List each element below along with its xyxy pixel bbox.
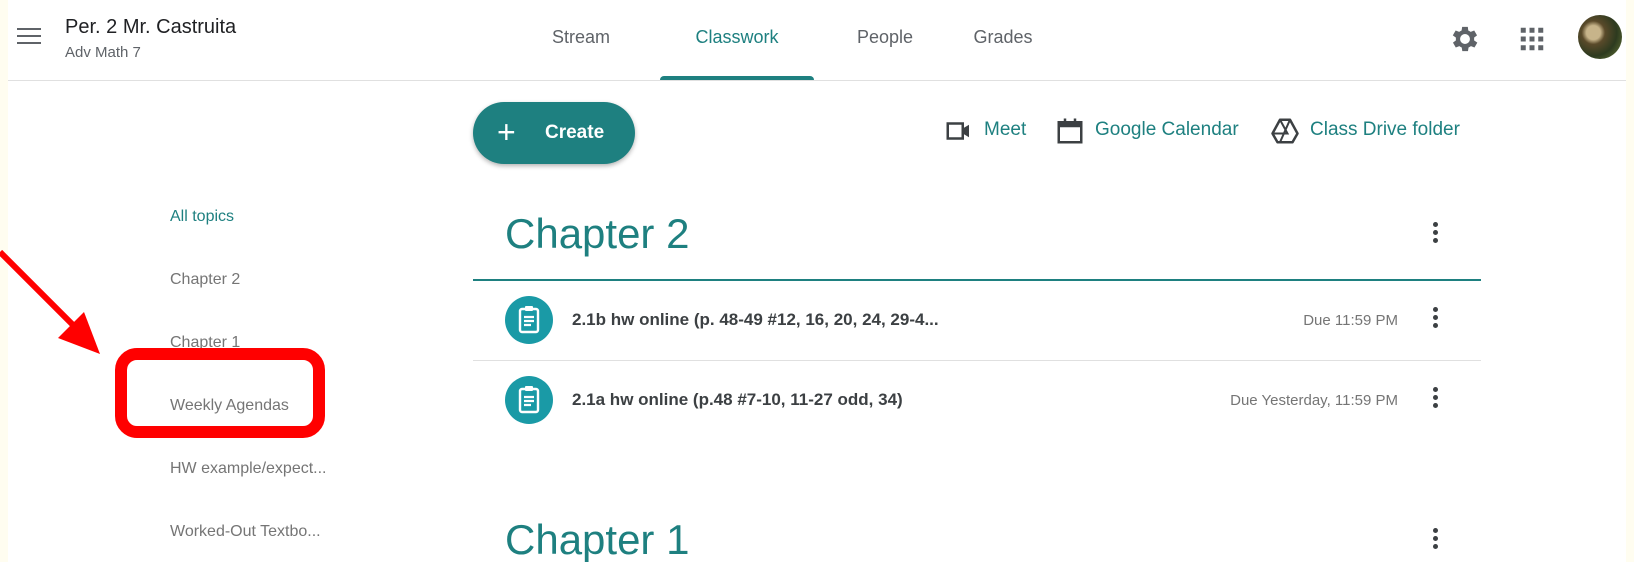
more-vert-icon[interactable]: [1433, 387, 1439, 411]
row-divider: [473, 360, 1481, 361]
more-vert-icon[interactable]: [1433, 222, 1439, 246]
topic-worked-out-textbook[interactable]: Worked-Out Textbo...: [170, 523, 321, 541]
topic-all-topics[interactable]: All topics: [170, 208, 234, 226]
assignment-due: Due Yesterday, 11:59 PM: [1230, 392, 1398, 409]
drive-icon: [1271, 118, 1299, 144]
highlight-box: [115, 348, 325, 438]
meet-link[interactable]: Meet: [944, 116, 1044, 146]
calendar-icon: [1057, 118, 1083, 144]
arrow-annotation: [0, 250, 100, 354]
gear-icon[interactable]: [1448, 22, 1482, 56]
top-bar: Per. 2 Mr. Castruita Adv Math 7 Stream C…: [8, 0, 1626, 81]
calendar-label: Google Calendar: [1095, 119, 1239, 140]
video-camera-icon: [946, 122, 969, 140]
meet-label: Meet: [984, 119, 1027, 140]
more-vert-icon[interactable]: [1433, 528, 1439, 552]
create-button[interactable]: + Create: [473, 102, 635, 164]
tab-stream[interactable]: Stream: [528, 0, 634, 80]
classroom-app: Per. 2 Mr. Castruita Adv Math 7 Stream C…: [8, 0, 1626, 562]
google-calendar-link[interactable]: Google Calendar: [1055, 116, 1255, 146]
apps-grid-icon[interactable]: [1517, 24, 1547, 54]
topic-hw-example[interactable]: HW example/expect...: [170, 460, 327, 478]
class-title[interactable]: Per. 2 Mr. Castruita: [65, 16, 236, 39]
class-subtitle: Adv Math 7: [65, 44, 141, 61]
plus-icon: +: [497, 114, 516, 150]
section-title-chapter-1: Chapter 1: [505, 516, 690, 562]
section-title-chapter-2: Chapter 2: [505, 210, 690, 257]
assignment-title[interactable]: 2.1b hw online (p. 48-49 #12, 16, 20, 24…: [572, 310, 939, 330]
create-label: Create: [545, 122, 605, 143]
topic-chapter-2[interactable]: Chapter 2: [170, 271, 240, 289]
tab-classwork[interactable]: Classwork: [660, 0, 814, 80]
assignment-title[interactable]: 2.1a hw online (p.48 #7-10, 11-27 odd, 3…: [572, 390, 903, 410]
more-vert-icon[interactable]: [1433, 307, 1439, 331]
tab-people[interactable]: People: [840, 0, 930, 80]
assignment-due: Due 11:59 PM: [1303, 312, 1398, 329]
drive-label: Class Drive folder: [1310, 119, 1460, 140]
menu-icon[interactable]: [14, 22, 44, 52]
assignment-icon: [505, 296, 553, 344]
avatar[interactable]: [1578, 15, 1622, 59]
class-drive-folder-link[interactable]: Class Drive folder: [1270, 116, 1480, 146]
assignment-icon: [505, 376, 553, 424]
section-divider: [473, 279, 1481, 281]
tab-grades[interactable]: Grades: [958, 0, 1048, 80]
